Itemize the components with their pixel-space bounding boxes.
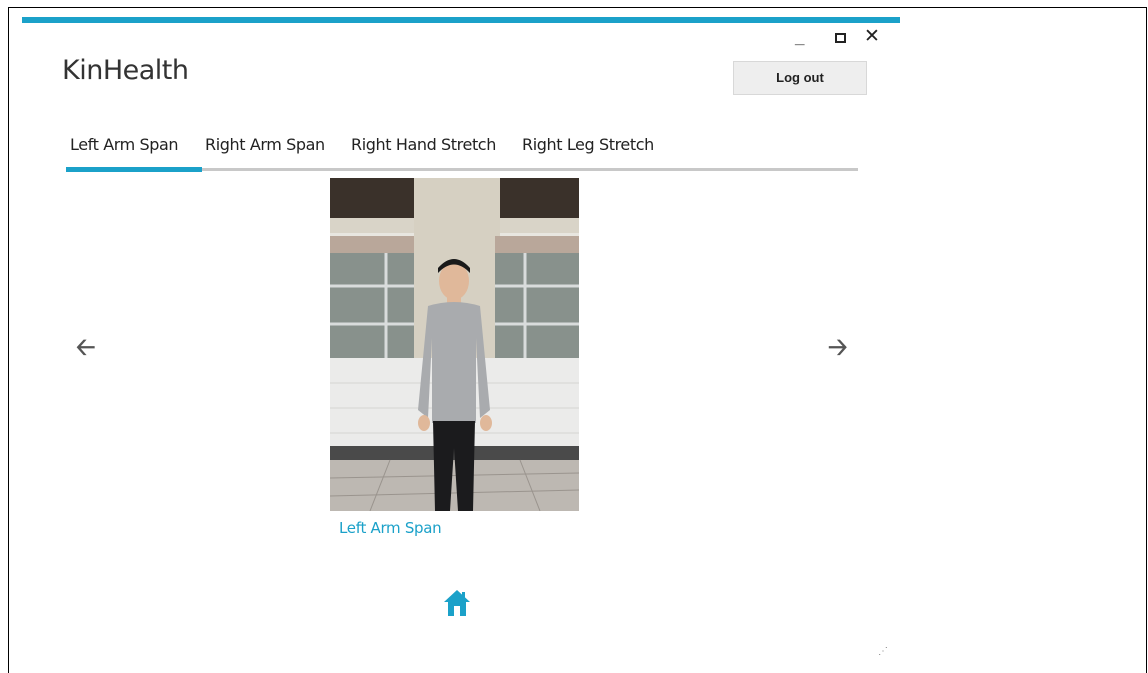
logout-button[interactable]: Log out	[733, 61, 867, 95]
minimize-button[interactable]: _	[795, 28, 804, 48]
tab-right-arm-span[interactable]: Right Arm Span	[205, 135, 325, 154]
tab-right-hand-stretch[interactable]: Right Hand Stretch	[351, 135, 496, 154]
close-button[interactable]: ✕	[864, 27, 880, 47]
arrow-right-icon[interactable]: 🡢	[828, 330, 847, 371]
exercise-photo	[330, 178, 579, 511]
resize-grip-icon[interactable]: ⋰	[878, 646, 888, 657]
tab-right-leg-stretch[interactable]: Right Leg Stretch	[522, 135, 654, 154]
arrow-left-icon[interactable]: 🡠	[76, 330, 95, 371]
active-tab-indicator	[66, 167, 202, 172]
photo-caption: Left Arm Span	[339, 519, 442, 537]
accent-bar	[22, 17, 900, 23]
maximize-button[interactable]	[835, 33, 846, 43]
app-title: KinHealth	[62, 55, 189, 86]
tab-left-arm-span[interactable]: Left Arm Span	[70, 135, 179, 154]
home-icon[interactable]	[442, 588, 472, 618]
tab-bar: Left Arm Span Right Arm Span Right Hand …	[66, 135, 858, 175]
